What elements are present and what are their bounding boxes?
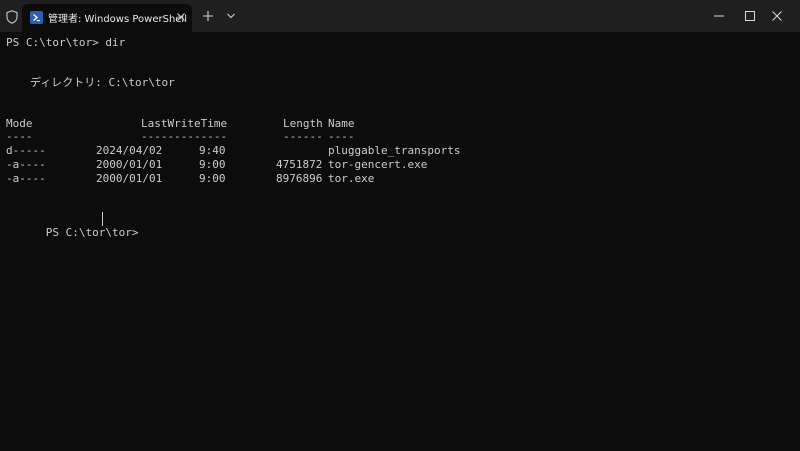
close-icon[interactable] <box>174 10 188 24</box>
underline-name: ---- <box>328 130 355 143</box>
header-mode: Mode <box>6 117 33 130</box>
row-name: pluggable_transports <box>328 144 461 157</box>
underline-row: ---- ------------- ------ ---- <box>6 130 796 144</box>
shield-icon <box>6 10 18 24</box>
plus-icon[interactable] <box>202 10 214 22</box>
powershell-icon <box>30 11 43 24</box>
underline-lastwritetime: ------------- <box>141 130 228 143</box>
terminal-window: 管理者: Windows PowerShell PS C:\tor\tor> d… <box>0 0 800 451</box>
close-window-button[interactable] <box>754 0 800 32</box>
table-row: -a---- 2000/01/01 9:00 8976896 tor.exe <box>6 172 796 186</box>
row-date: 2000/01/01 <box>96 158 163 171</box>
row-time: 9:00 <box>199 172 226 185</box>
underline-length: ------ <box>283 130 323 143</box>
row-time: 9:00 <box>199 158 226 171</box>
close-icon <box>772 11 782 21</box>
tab-powershell[interactable]: 管理者: Windows PowerShell <box>22 4 192 32</box>
row-name: tor-gencert.exe <box>328 158 428 171</box>
prompt-text: PS C:\tor\tor> <box>45 226 146 239</box>
row-name: tor.exe <box>328 172 375 185</box>
row-length: 4751872 <box>276 158 323 171</box>
header-length: Length <box>283 117 323 130</box>
row-mode: -a---- <box>6 158 46 171</box>
row-mode: -a---- <box>6 172 46 185</box>
prompt-line: PS C:\tor\tor> <box>6 212 145 239</box>
row-length: 8976896 <box>276 172 323 185</box>
row-date: 2000/01/01 <box>96 172 163 185</box>
directory-label: ディレクトリ: C:\tor\tor <box>30 76 175 89</box>
tab-title: 管理者: Windows PowerShell <box>48 14 187 25</box>
table-row: d----- 2024/04/02 9:40 pluggable_transpo… <box>6 144 796 158</box>
prompt-line: PS C:\tor\tor> dir <box>6 36 126 49</box>
row-date: 2024/04/02 <box>96 144 163 157</box>
text-cursor <box>102 212 103 226</box>
underline-mode: ---- <box>6 130 33 143</box>
header-lastwritetime: LastWriteTime <box>141 117 228 130</box>
row-mode: d----- <box>6 144 46 157</box>
table-row: -a---- 2000/01/01 9:00 4751872 tor-gence… <box>6 158 796 172</box>
header-row: Mode LastWriteTime Length Name <box>6 117 796 131</box>
row-time: 9:40 <box>199 144 226 157</box>
title-bar[interactable]: 管理者: Windows PowerShell <box>0 0 800 32</box>
header-name: Name <box>328 117 355 130</box>
chevron-down-icon[interactable] <box>226 12 236 20</box>
minimize-icon <box>714 15 724 17</box>
